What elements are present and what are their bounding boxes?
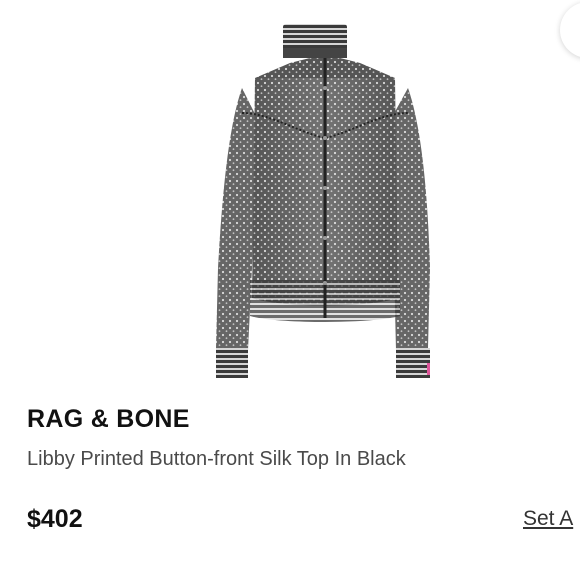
product-image[interactable] <box>200 18 450 388</box>
brand-name[interactable]: RAG & BONE <box>27 405 190 434</box>
product-price: $402 <box>27 505 83 533</box>
product-title[interactable]: Libby Printed Button-front Silk Top In B… <box>27 448 406 471</box>
product-page: RAG & BONE Libby Printed Button-front Si… <box>0 0 580 580</box>
set-alert-link[interactable]: Set A <box>523 507 573 531</box>
favorite-button[interactable] <box>560 2 580 58</box>
